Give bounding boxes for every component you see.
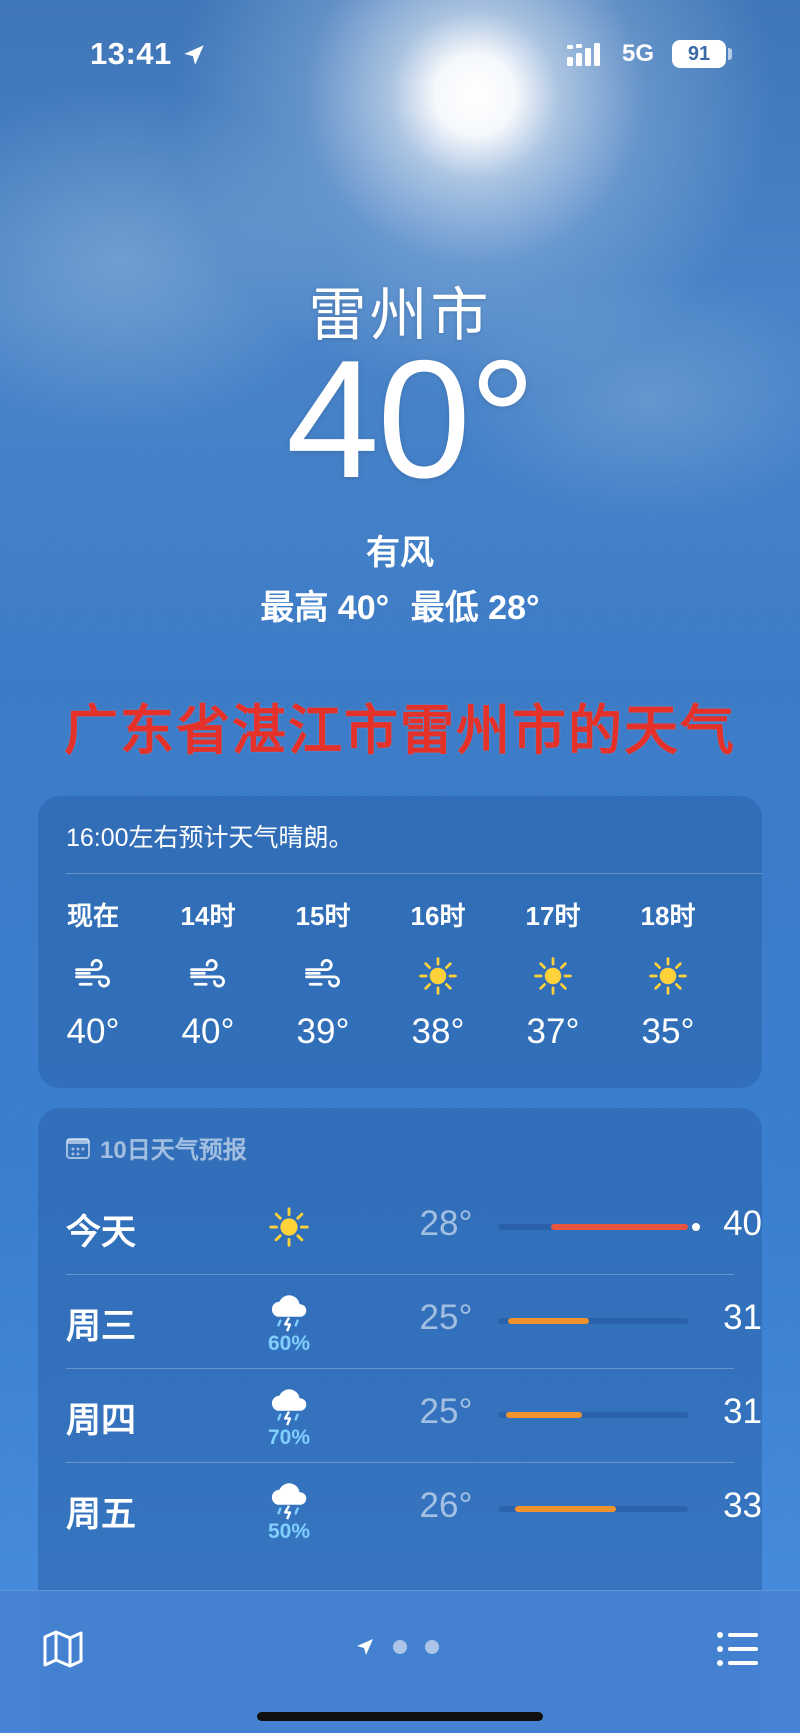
precip-chance: 70% xyxy=(267,1426,311,1449)
precip-chance: 50% xyxy=(267,1520,311,1543)
hour-label: 14时 xyxy=(180,901,236,931)
hourly-summary: 16:00左右预计天气晴朗。 xyxy=(66,824,354,852)
hourly-item: 17时 37° xyxy=(508,896,598,1052)
sun-icon xyxy=(269,1207,309,1247)
day-name: 周三 xyxy=(66,1307,137,1346)
hour-temp: 39° xyxy=(296,1012,350,1051)
hour-temp: 40° xyxy=(181,1012,235,1051)
wind-icon xyxy=(190,959,225,988)
high-temp: 最高 40° xyxy=(260,589,390,627)
page-dot[interactable] xyxy=(393,1640,407,1654)
temp-range-fill xyxy=(505,1412,582,1418)
temp-range-bar xyxy=(498,1506,688,1512)
hour-temp: 40° xyxy=(66,1012,120,1051)
network-type: 5G xyxy=(622,40,655,67)
ten-day-title: 10日天气预报 xyxy=(100,1137,247,1164)
divider xyxy=(66,1462,734,1463)
current-temperature: 40° xyxy=(285,325,536,513)
day-name: 周五 xyxy=(66,1495,137,1534)
calendar-icon xyxy=(66,1137,90,1159)
low-temp: 26° xyxy=(419,1486,473,1525)
divider xyxy=(66,1368,734,1369)
overlay-caption: 广东省湛江市雷州市的天气 xyxy=(64,701,736,761)
hour-temp: 37° xyxy=(526,1012,580,1051)
hourly-item: 18时 35° xyxy=(623,896,713,1052)
high-temp: 33° xyxy=(723,1486,762,1525)
hour-temp: 38° xyxy=(411,1012,465,1051)
sun-icon xyxy=(649,957,687,995)
wind-icon xyxy=(305,959,340,988)
temp-range-fill xyxy=(507,1318,590,1324)
wind-icon xyxy=(75,959,110,988)
day-row[interactable]: 周三 60% 25° 31° xyxy=(66,1274,762,1368)
hour-temp: 35° xyxy=(641,1012,695,1051)
map-icon[interactable] xyxy=(42,1629,84,1669)
precip-chance: 60% xyxy=(267,1332,311,1355)
temp-range-bar xyxy=(498,1223,700,1231)
high-temp: 31° xyxy=(723,1298,762,1337)
signal-bars-icon xyxy=(567,43,600,66)
high-temp: 31° xyxy=(723,1392,762,1431)
hour-label: 16时 xyxy=(410,901,466,931)
page-dot[interactable] xyxy=(425,1640,439,1654)
divider xyxy=(66,873,762,874)
day-name: 周四 xyxy=(66,1401,137,1440)
status-time: 13:41 xyxy=(90,36,172,71)
high-low: 最高 40° 最低 28° xyxy=(0,580,800,629)
page-indicator[interactable] xyxy=(355,1637,439,1657)
current-condition: 有风 xyxy=(366,534,434,572)
low-temp: 25° xyxy=(419,1392,473,1431)
sun-icon xyxy=(419,957,457,995)
hourly-forecast-card[interactable]: 16:00左右预计天气晴朗。 现在 40° 14时 40° 15时 39° 16时 38° 17… xyxy=(38,796,762,1088)
temp-range-bar xyxy=(498,1412,688,1418)
hour-label: 17时 xyxy=(525,901,581,931)
low-temp: 最低 28° xyxy=(410,589,540,627)
temp-range-bar xyxy=(498,1318,688,1324)
high-temp: 40° xyxy=(723,1204,762,1243)
low-temp: 28° xyxy=(419,1204,473,1243)
status-bar: 13:41 5G 91 xyxy=(0,0,800,110)
hour-label: 18时 xyxy=(640,901,696,931)
divider xyxy=(66,1274,734,1275)
day-row[interactable]: 周五 50% 26° 33° xyxy=(66,1462,762,1556)
temp-range-fill xyxy=(551,1224,688,1230)
hour-label: 15时 xyxy=(295,901,351,931)
thunderstorm-icon xyxy=(271,1483,307,1520)
location-page-arrow-icon[interactable] xyxy=(355,1637,375,1657)
thunderstorm-icon xyxy=(271,1295,307,1332)
day-row[interactable]: 今天 28° 40° xyxy=(66,1180,762,1274)
day-name: 今天 xyxy=(66,1213,137,1252)
battery-icon: 91 xyxy=(672,40,726,68)
home-indicator[interactable] xyxy=(257,1712,543,1721)
hour-label: 现在 xyxy=(66,901,119,931)
sun-icon xyxy=(534,957,572,995)
list-icon[interactable] xyxy=(716,1631,758,1667)
hourly-item: 14时 40° xyxy=(163,896,253,1052)
thunderstorm-icon xyxy=(271,1389,307,1426)
hourly-item: 现在 40° xyxy=(48,896,138,1052)
hourly-item: 16时 38° xyxy=(393,896,483,1052)
temp-range-fill xyxy=(515,1506,616,1512)
location-arrow-icon xyxy=(184,45,204,65)
low-temp: 25° xyxy=(419,1298,473,1337)
battery-tip xyxy=(728,48,732,60)
hourly-item: 15时 39° xyxy=(278,896,368,1052)
ten-day-header: 10日天气预报 xyxy=(66,1130,247,1165)
day-row[interactable]: 周四 70% 25° 31° xyxy=(66,1368,762,1462)
